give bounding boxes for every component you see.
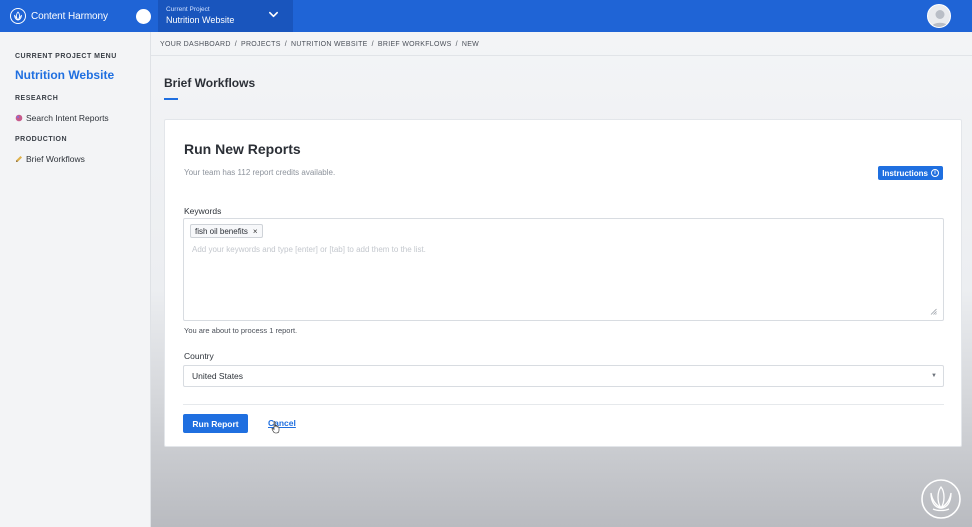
sidebar-item-brief-workflows[interactable]: Brief Workflows: [15, 154, 150, 164]
top-navigation-bar: Content Harmony Current Project Nutritio…: [0, 0, 972, 32]
country-selected-value: United States: [192, 371, 244, 381]
breadcrumb-your-dashboard[interactable]: YOUR DASHBOARD: [160, 41, 231, 48]
sidebar-toggle[interactable]: [136, 8, 151, 24]
sidebar: CURRENT PROJECT MENU Nutrition Website R…: [0, 32, 151, 527]
user-avatar[interactable]: [927, 4, 951, 28]
info-icon: i: [931, 169, 939, 177]
brand[interactable]: Content Harmony: [0, 0, 132, 32]
card-divider: [183, 404, 944, 405]
process-hint: You are about to process 1 report.: [184, 326, 298, 335]
content-harmony-logo-icon: [10, 8, 26, 24]
breadcrumb-separator: /: [234, 41, 237, 48]
breadcrumb-nutrition-website[interactable]: NUTRITION WEBSITE: [291, 41, 368, 48]
instructions-button[interactable]: Instructions i: [878, 166, 943, 180]
sidebar-section-research: RESEARCH: [15, 95, 59, 102]
project-switcher-text: Current Project Nutrition Website: [166, 7, 234, 25]
sidebar-item-search-intent-reports[interactable]: Search Intent Reports: [15, 113, 150, 123]
breadcrumb-brief-workflows[interactable]: BRIEF WORKFLOWS: [378, 41, 452, 48]
project-switcher[interactable]: Current Project Nutrition Website: [158, 0, 293, 32]
brand-name: Content Harmony: [31, 10, 108, 22]
brain-icon: [15, 114, 23, 122]
breadcrumb-current: NEW: [461, 41, 480, 48]
country-label: Country: [184, 351, 214, 361]
instructions-label: Instructions: [882, 168, 928, 178]
breadcrumb-separator: /: [371, 41, 374, 48]
resize-handle-icon[interactable]: [930, 308, 937, 315]
pencil-icon: [15, 155, 23, 163]
breadcrumb-projects[interactable]: PROJECTS: [241, 41, 281, 48]
select-caret-icon: ▼: [931, 373, 937, 379]
breadcrumb-separator: /: [455, 41, 458, 48]
run-reports-card: Run New Reports Your team has 112 report…: [164, 119, 962, 447]
breadcrumb-separator: /: [284, 41, 287, 48]
keywords-label: Keywords: [184, 206, 222, 216]
country-select[interactable]: United States ▼: [183, 365, 944, 387]
remove-keyword-button[interactable]: ×: [253, 227, 258, 236]
keyword-tag: fish oil benefits ×: [190, 224, 263, 238]
breadcrumb-divider: [151, 55, 972, 56]
credits-text: Your team has 112 report credits availab…: [184, 168, 336, 177]
project-name: Nutrition Website: [166, 14, 235, 25]
hand-cursor-icon: [271, 421, 280, 434]
sidebar-item-label: Search Intent Reports: [26, 113, 109, 123]
user-icon: [931, 10, 949, 27]
run-report-button[interactable]: Run Report: [183, 414, 248, 433]
chevron-down-icon[interactable]: [268, 7, 279, 25]
project-caption: Current Project: [166, 6, 210, 14]
keyword-tag-text: fish oil benefits: [195, 226, 248, 236]
sidebar-section-production: PRODUCTION: [15, 136, 68, 143]
keywords-input[interactable]: [192, 243, 892, 255]
sidebar-menu-heading: CURRENT PROJECT MENU: [15, 53, 117, 60]
page-title: Brief Workflows: [164, 76, 256, 90]
content-harmony-watermark-icon: [921, 479, 961, 519]
sidebar-project-name[interactable]: Nutrition Website: [15, 68, 150, 82]
breadcrumb: YOUR DASHBOARD / PROJECTS / NUTRITION WE…: [160, 41, 479, 48]
sidebar-item-label: Brief Workflows: [26, 154, 85, 164]
keywords-field[interactable]: fish oil benefits ×: [183, 218, 944, 321]
card-title: Run New Reports: [184, 141, 301, 157]
page-title-underline: [164, 98, 178, 100]
